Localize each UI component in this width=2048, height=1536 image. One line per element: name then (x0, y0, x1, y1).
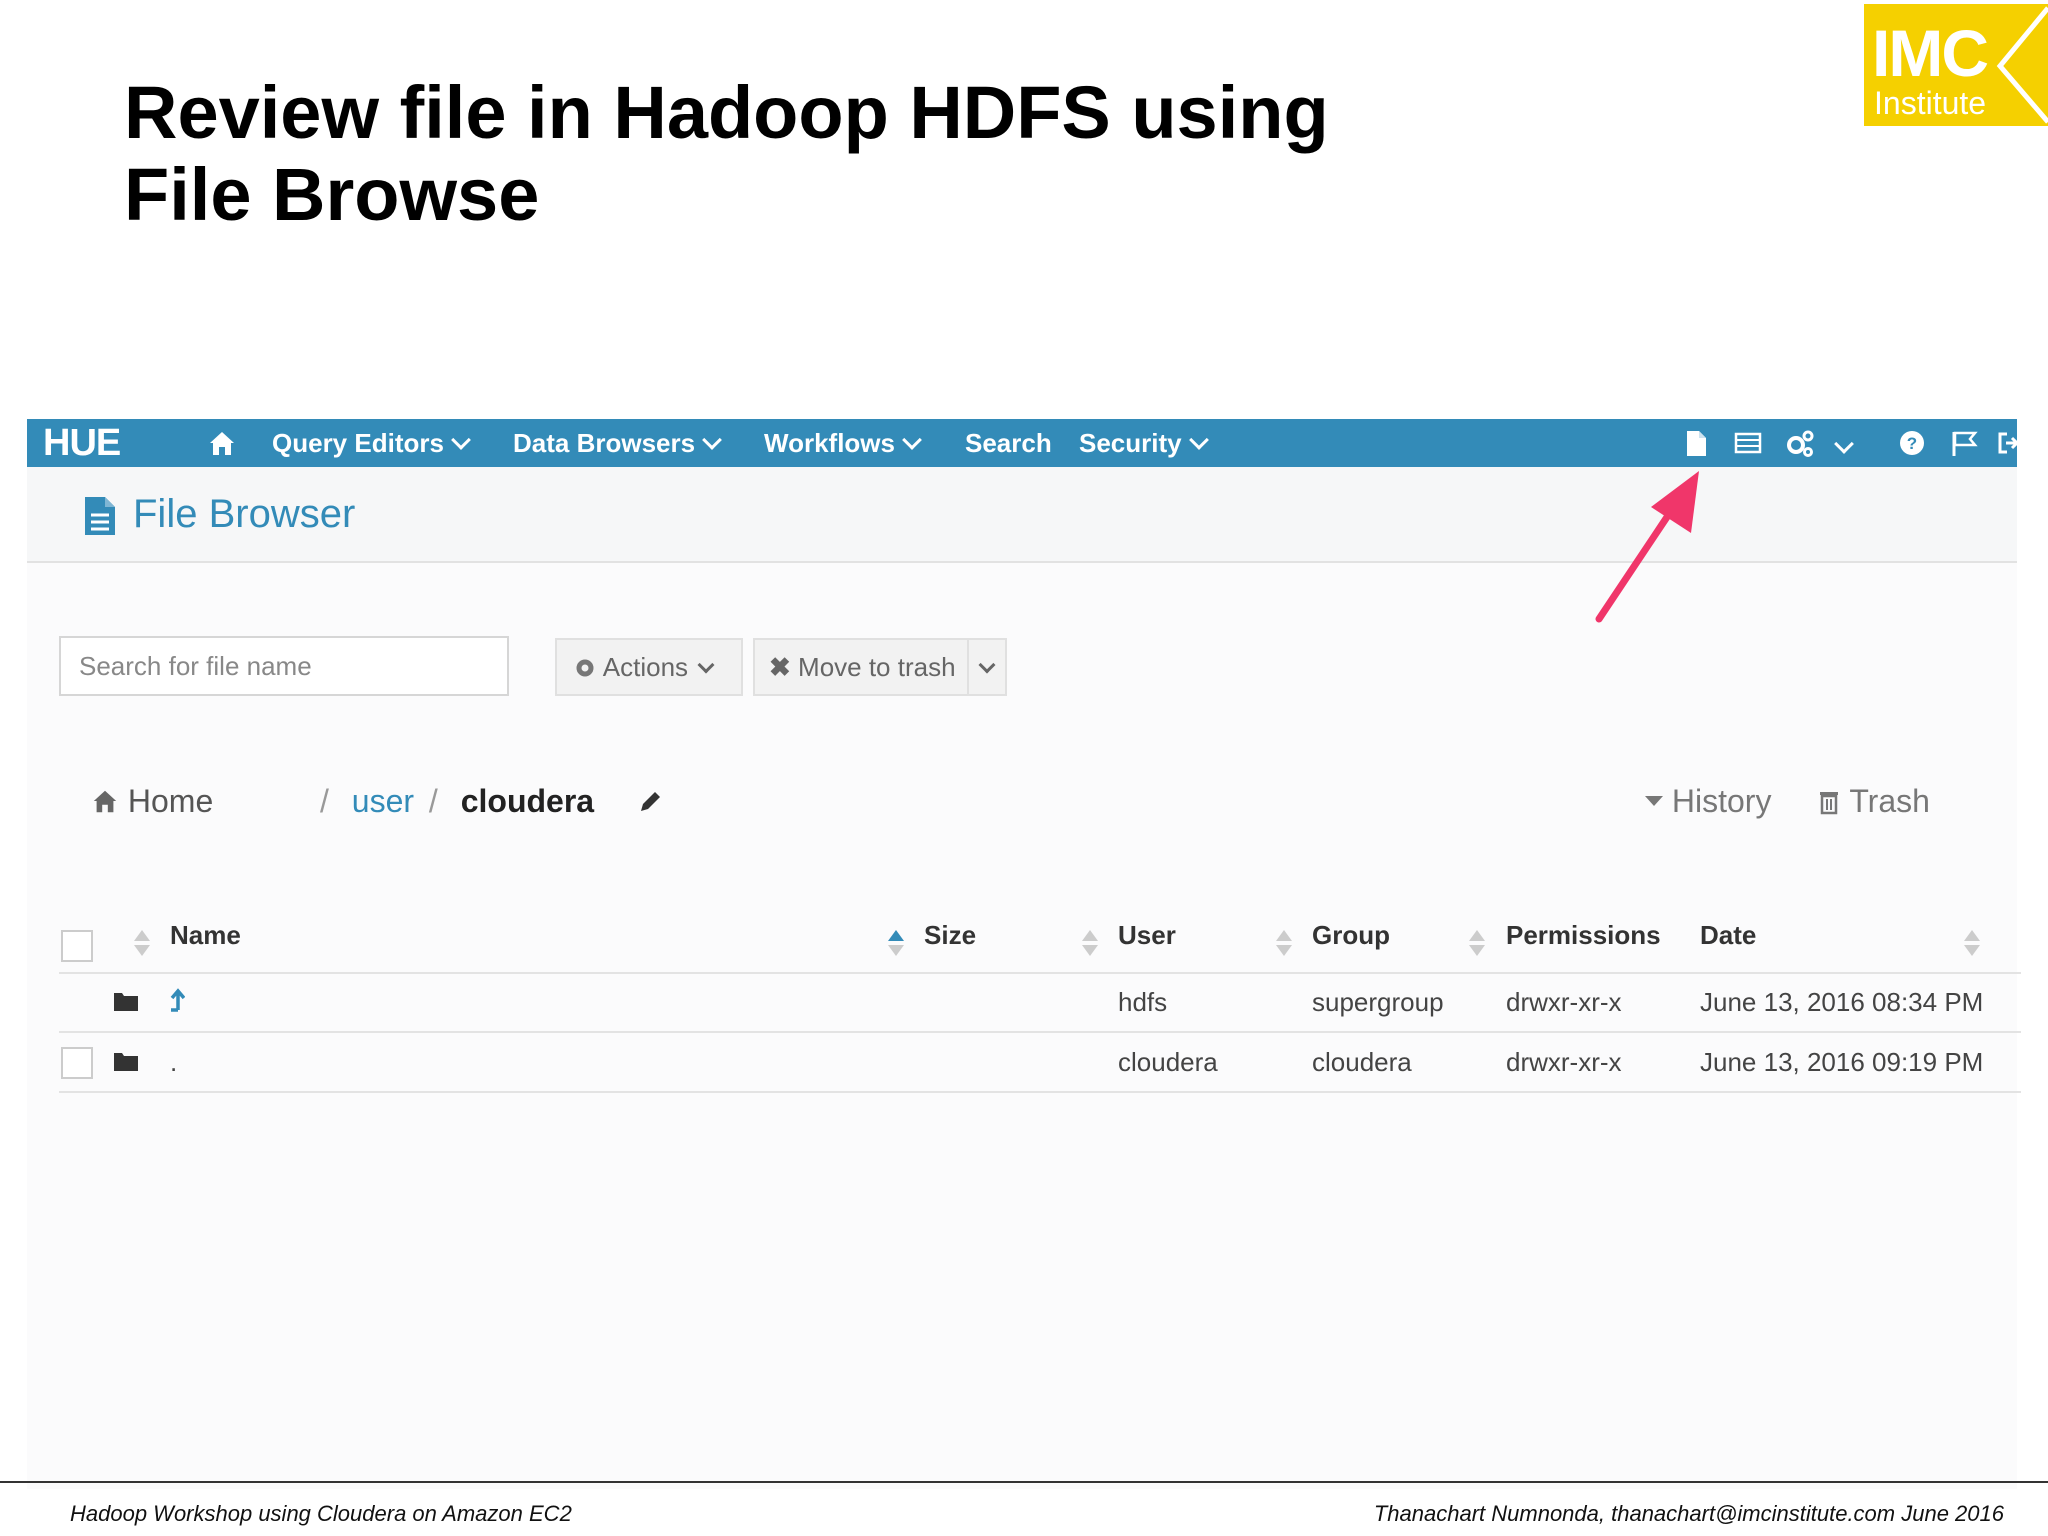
divider (59, 972, 2021, 974)
divider (59, 1091, 2021, 1093)
breadcrumb-home[interactable]: Home (91, 781, 213, 821)
imc-institute-logo: IMC Institute (1864, 4, 2048, 126)
page-title: File Browser (133, 492, 356, 536)
sort-icon[interactable] (1081, 928, 1099, 958)
folder-icon (114, 1053, 138, 1071)
search-input[interactable] (77, 638, 501, 694)
row-permissions: drwxr-xr-x (1506, 987, 1622, 1017)
column-header-group[interactable]: Group (1312, 919, 1390, 951)
row-group: cloudera (1312, 1047, 1412, 1077)
cogs-icon[interactable] (1785, 428, 1815, 458)
chevron-down-icon (451, 430, 471, 450)
chevron-down-icon (978, 656, 996, 674)
sort-icon[interactable] (1275, 928, 1293, 958)
nav-data-browsers-label: Data Browsers (513, 428, 696, 458)
move-to-trash-label: Move to trash (798, 652, 956, 682)
caret-down-icon (1645, 796, 1663, 806)
row-date: June 13, 2016 09:19 PM (1700, 1047, 1984, 1077)
document-icon (85, 497, 115, 535)
parent-directory-icon[interactable] (169, 988, 185, 1012)
row-user: hdfs (1118, 987, 1168, 1017)
logo-chevron-icon (1996, 6, 2048, 124)
close-icon: ✖ (769, 652, 791, 682)
column-header-user[interactable]: User (1118, 919, 1176, 951)
row-date: June 13, 2016 08:34 PM (1700, 987, 1984, 1017)
annotation-arrow-icon (1595, 471, 1699, 623)
slide-title: Review file in Hadoop HDFS using File Br… (124, 72, 1329, 236)
top-navbar: HUE Query Editors Data Browsers Workflow… (27, 419, 2020, 467)
sort-icon[interactable] (1963, 928, 1981, 958)
row-name[interactable]: . (170, 1046, 177, 1078)
sort-ascending-icon[interactable] (887, 928, 905, 958)
slide-title-line1: Review file in Hadoop HDFS using (124, 71, 1329, 154)
trash-button[interactable]: Trash (1817, 781, 1930, 821)
chevron-down-icon (902, 430, 922, 450)
actions-label: Actions (602, 652, 689, 682)
breadcrumb-separator: / (320, 783, 329, 819)
row-user: cloudera (1118, 1047, 1218, 1077)
nav-workflows[interactable]: Workflows (764, 428, 922, 458)
breadcrumb-separator: / (428, 783, 438, 819)
page-header: File Browser (27, 467, 2017, 563)
nav-query-editors-label: Query Editors (272, 428, 444, 458)
footer-left: Hadoop Workshop using Cloudera on Amazon… (70, 1501, 572, 1526)
chevron-down-icon[interactable] (1834, 434, 1854, 454)
file-search-box[interactable] (59, 636, 509, 696)
nav-data-browsers[interactable]: Data Browsers (513, 428, 722, 458)
breadcrumb-home-label: Home (127, 783, 214, 819)
row-checkbox[interactable] (61, 1047, 93, 1079)
breadcrumb-user-link[interactable]: user (352, 783, 414, 819)
column-header-date[interactable]: Date (1700, 919, 1756, 951)
column-header-name[interactable]: Name (170, 919, 241, 951)
sort-icon[interactable] (1468, 928, 1486, 958)
chevron-down-icon (702, 430, 722, 450)
select-all-checkbox[interactable] (61, 930, 93, 962)
footer-right: Thanachart Numnonda, thanachart@imcinsti… (1373, 1501, 2004, 1526)
nav-security[interactable]: Security (1079, 428, 1209, 458)
nav-search-label: Search (965, 428, 1052, 458)
svg-text:?: ? (1907, 434, 1917, 453)
trash-label: Trash (1849, 783, 1930, 819)
move-to-trash-button[interactable]: ✖ Move to trash (753, 638, 969, 696)
sort-icon[interactable] (133, 928, 151, 958)
divider (59, 1031, 2021, 1033)
breadcrumb: / user / cloudera (320, 781, 594, 821)
trash-options-dropdown[interactable] (967, 638, 1007, 696)
pencil-icon[interactable] (637, 789, 663, 815)
chevron-down-icon (697, 656, 715, 674)
logout-icon[interactable] (1997, 428, 2021, 458)
flag-icon[interactable] (1949, 428, 1979, 458)
column-header-permissions[interactable]: Permissions (1506, 919, 1661, 951)
hue-logo[interactable]: HUE (43, 424, 121, 462)
folder-icon (114, 993, 138, 1011)
table-icon[interactable] (1733, 428, 1763, 458)
file-icon[interactable] (1681, 428, 1711, 458)
row-permissions: drwxr-xr-x (1506, 1047, 1622, 1077)
chevron-down-icon (1188, 430, 1209, 450)
help-icon[interactable]: ? (1897, 428, 1927, 458)
home-icon[interactable] (207, 428, 237, 458)
trash-icon (1820, 792, 1838, 815)
slide-title-line2: File Browse (124, 153, 540, 236)
history-button[interactable]: History (1645, 781, 1771, 821)
row-group: supergroup (1312, 987, 1444, 1017)
footer-divider (0, 1481, 2048, 1483)
nav-security-label: Security (1079, 428, 1182, 458)
gear-icon (576, 659, 594, 677)
hue-screenshot: HUE Query Editors Data Browsers Workflow… (27, 419, 2021, 1489)
column-header-size[interactable]: Size (924, 919, 976, 951)
nav-search[interactable]: Search (965, 428, 1052, 458)
nav-workflows-label: Workflows (764, 428, 895, 458)
home-icon (93, 790, 117, 813)
actions-button[interactable]: Actions (555, 638, 743, 696)
breadcrumb-current: cloudera (460, 783, 595, 819)
nav-query-editors[interactable]: Query Editors (272, 428, 471, 458)
history-label: History (1671, 783, 1772, 819)
